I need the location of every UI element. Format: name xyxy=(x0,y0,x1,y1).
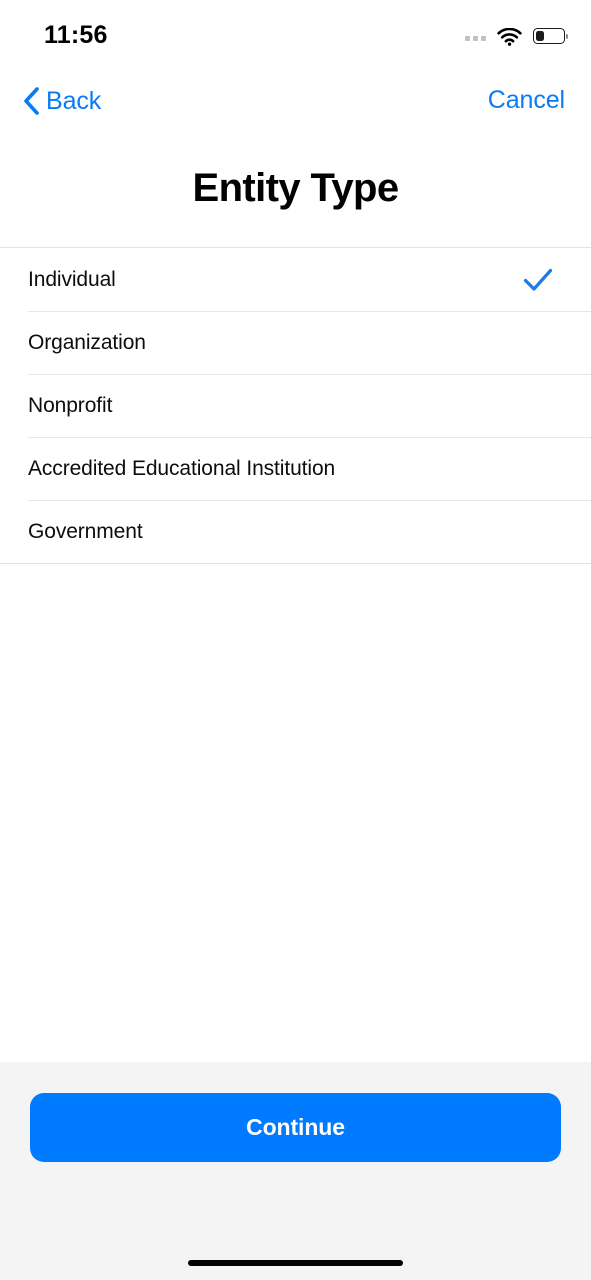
chevron-left-icon xyxy=(22,86,40,116)
battery-fill xyxy=(535,30,544,42)
status-bar: 11:56 xyxy=(0,0,591,70)
back-button-label: Back xyxy=(46,86,102,115)
checkmark-icon xyxy=(523,267,563,293)
option-label: Organization xyxy=(28,330,146,354)
phone-screen: 11:56 Back Cancel Entity Type Individual… xyxy=(0,0,591,1280)
option-label: Accredited Educational Institution xyxy=(28,456,336,480)
option-row-organization[interactable]: Organization xyxy=(0,311,591,374)
signal-dots-icon xyxy=(465,35,486,41)
option-row-nonprofit[interactable]: Nonprofit xyxy=(0,374,591,437)
option-row-individual[interactable]: Individual xyxy=(0,248,591,311)
footer-bar: Continue xyxy=(0,1062,591,1280)
status-bar-icons xyxy=(465,24,568,48)
wifi-icon xyxy=(497,27,522,46)
back-button[interactable]: Back xyxy=(16,82,107,120)
status-bar-time: 11:56 xyxy=(44,21,108,49)
cancel-button[interactable]: Cancel xyxy=(488,86,565,115)
option-label: Individual xyxy=(28,267,116,291)
continue-button[interactable]: Continue xyxy=(30,1093,561,1162)
option-row-accredited-educational-institution[interactable]: Accredited Educational Institution xyxy=(0,437,591,500)
navigation-bar: Back Cancel xyxy=(0,70,591,132)
home-indicator xyxy=(188,1260,403,1266)
battery-icon xyxy=(533,28,568,44)
option-label: Nonprofit xyxy=(28,393,113,417)
option-label: Government xyxy=(28,519,143,543)
page-title: Entity Type xyxy=(192,166,399,210)
entity-type-option-list: Individual Organization Nonprofit Accred… xyxy=(0,247,591,564)
option-row-government[interactable]: Government xyxy=(0,500,591,563)
